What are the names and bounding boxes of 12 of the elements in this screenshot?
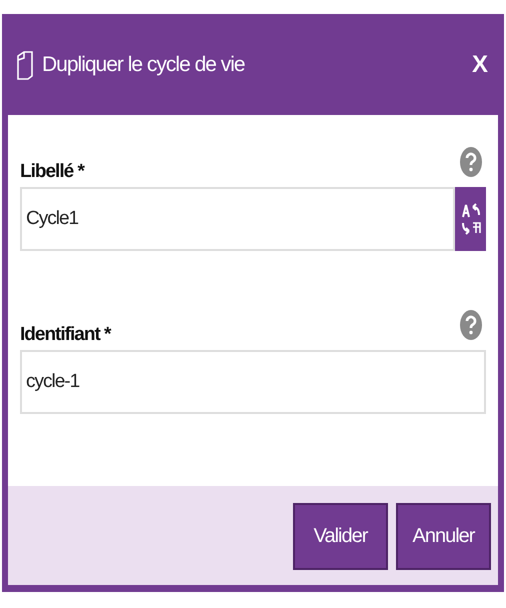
close-button[interactable]: X: [472, 50, 488, 78]
dialog-title: Dupliquer le cycle de vie: [42, 52, 245, 76]
text-field[interactable]: cycle-1: [20, 350, 486, 414]
help-icon[interactable]: [460, 147, 482, 177]
dialog-button[interactable]: Annuler: [396, 503, 491, 570]
dialog-button[interactable]: Valider: [293, 503, 388, 570]
field-label: Identifiant *: [20, 324, 110, 347]
text-field[interactable]: Cycle1: [20, 187, 455, 251]
field-label: Libellé *: [20, 161, 84, 184]
translate-button[interactable]: [455, 187, 486, 251]
document-icon: [16, 50, 34, 80]
help-icon[interactable]: [460, 310, 482, 340]
